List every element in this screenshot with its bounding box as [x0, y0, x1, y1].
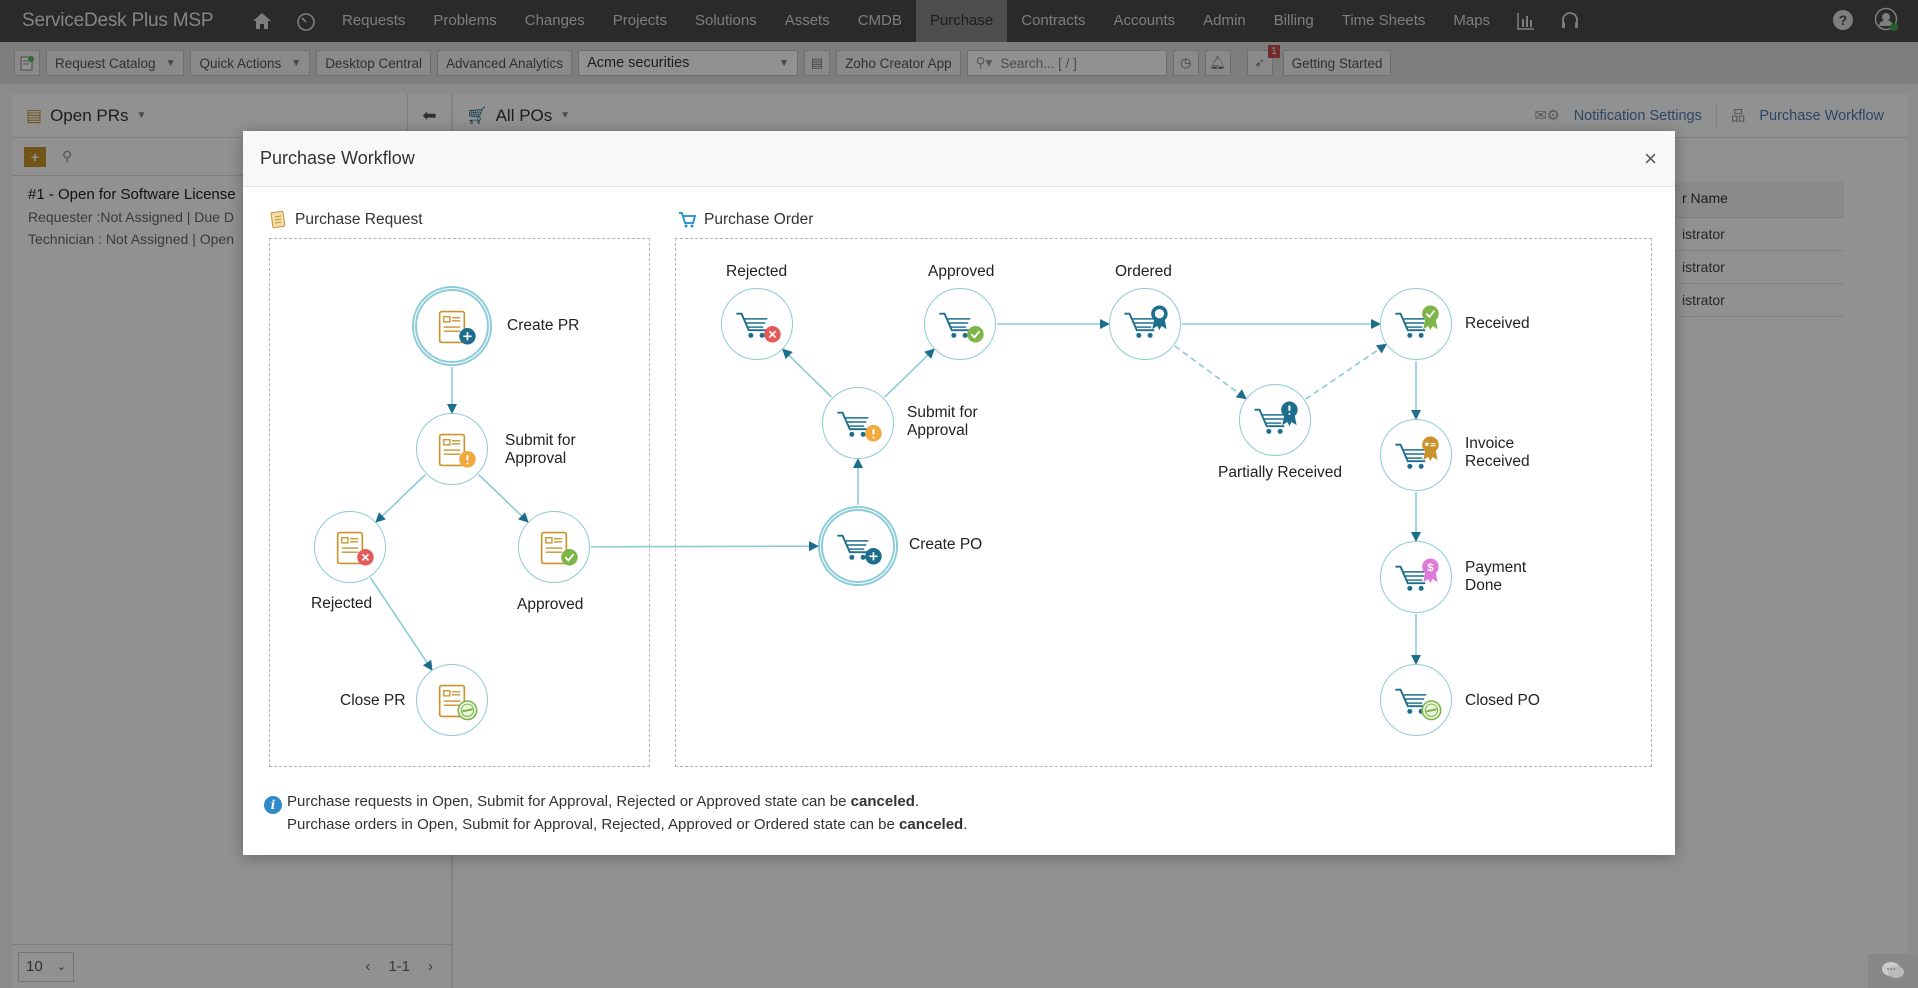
cart-icon: [736, 312, 768, 338]
po-approved-node: [924, 288, 996, 360]
cart-icon: [1395, 443, 1427, 469]
note-text: Purchase requests in Open, Submit for Ap…: [287, 793, 851, 810]
cart-icon: [1124, 312, 1156, 338]
closed-stamp-icon: [457, 700, 478, 721]
label-line: Done: [1465, 577, 1503, 594]
create-pr-node: [412, 286, 492, 366]
label-line: Invoice: [1465, 435, 1515, 452]
rejected-badge-icon: [764, 326, 781, 343]
workflow-connectors: [369, 319, 1421, 671]
payment-ribbon-icon: $: [1422, 558, 1439, 584]
approved-badge-icon: [967, 326, 984, 343]
label-line: Received: [1465, 453, 1530, 470]
pr-rejected-node: [314, 511, 386, 583]
po-submit-label: Submit for Approval: [907, 404, 978, 440]
plus-badge-icon: [865, 548, 882, 565]
po-received-label: Received: [1465, 315, 1530, 332]
cart-icon: [1254, 408, 1286, 434]
closed-stamp-icon: [1421, 700, 1442, 721]
cart-icon: [837, 411, 869, 437]
label-line: Submit for: [907, 404, 978, 421]
po-ordered-node: [1109, 288, 1181, 360]
po-invoice-label: Invoice Received: [1465, 435, 1530, 471]
po-received-node: [1380, 288, 1452, 360]
po-create-label: Create PO: [909, 536, 983, 553]
chat-icon[interactable]: [1868, 954, 1918, 988]
partial-ribbon-icon: [1281, 401, 1298, 427]
info-icon: i: [264, 796, 282, 814]
plus-badge-icon: [459, 328, 476, 345]
label-line: Approval: [505, 450, 567, 467]
po-rejected-node: [721, 288, 793, 360]
pr-approved-node: [518, 511, 590, 583]
arrow-partial-to-received: [1305, 343, 1388, 400]
cart-icon: [837, 534, 869, 560]
warning-badge-icon: [865, 425, 882, 442]
po-partial-label: Partially Received: [1218, 464, 1343, 481]
arrow-ordered-to-partial: [1174, 345, 1247, 400]
note-line-2: Purchase orders in Open, Submit for Appr…: [264, 814, 967, 836]
label-line: Submit for: [505, 432, 576, 449]
create-po-node: [818, 506, 898, 586]
cart-icon: [1395, 312, 1427, 338]
pr-approved-label: Approved: [517, 596, 584, 613]
note-line-1: i Purchase requests in Open, Submit for A…: [264, 791, 967, 814]
note-emphasis: canceled: [899, 816, 964, 833]
pr-rejected-label: Rejected: [311, 595, 373, 612]
label-line: Payment: [1465, 559, 1527, 576]
note-suffix: .: [963, 816, 968, 833]
note-suffix: .: [914, 793, 920, 810]
note-text: Purchase orders in Open, Submit for Appr…: [287, 816, 900, 833]
po-payment-label: Payment Done: [1465, 559, 1526, 595]
pr-create-label: Create PR: [507, 317, 580, 334]
pr-submit-approval-node: [416, 413, 488, 485]
po-partially-received-node: [1239, 384, 1311, 456]
po-approved-label: Approved: [928, 263, 995, 280]
arrow-pr-approved-to-create-po: [590, 541, 820, 552]
cart-icon: [1395, 565, 1427, 591]
po-submit-approval-node: [822, 387, 894, 459]
approved-badge-icon: [561, 549, 578, 566]
cart-icon: [939, 312, 971, 338]
pr-close-label: Close PR: [340, 692, 406, 709]
arrow-rejected-to-close: [369, 577, 433, 671]
svg-text:$: $: [1427, 562, 1434, 574]
received-ribbon-icon: [1422, 305, 1439, 331]
label-line: Approval: [907, 422, 969, 439]
warning-badge-icon: [459, 451, 476, 468]
invoice-ribbon-icon: [1422, 436, 1439, 462]
po-ordered-label: Ordered: [1115, 263, 1172, 280]
pr-submit-label: Submit for Approval: [505, 432, 576, 468]
closed-po-node: [1380, 664, 1452, 736]
ordered-ribbon-icon: [1151, 305, 1168, 331]
po-payment-done-node: $: [1380, 541, 1452, 613]
po-rejected-label: Rejected: [726, 263, 788, 280]
po-closed-label: Closed PO: [1465, 692, 1540, 709]
purchase-workflow-dialog: Purchase Workflow × Purchase Request Pur…: [243, 131, 1675, 855]
note-emphasis: canceled: [850, 793, 915, 810]
close-pr-node: [416, 664, 488, 736]
cancel-info-note: i Purchase requests in Open, Submit for A…: [264, 791, 967, 836]
rejected-badge-icon: [357, 549, 374, 566]
po-invoice-received-node: [1380, 419, 1452, 491]
